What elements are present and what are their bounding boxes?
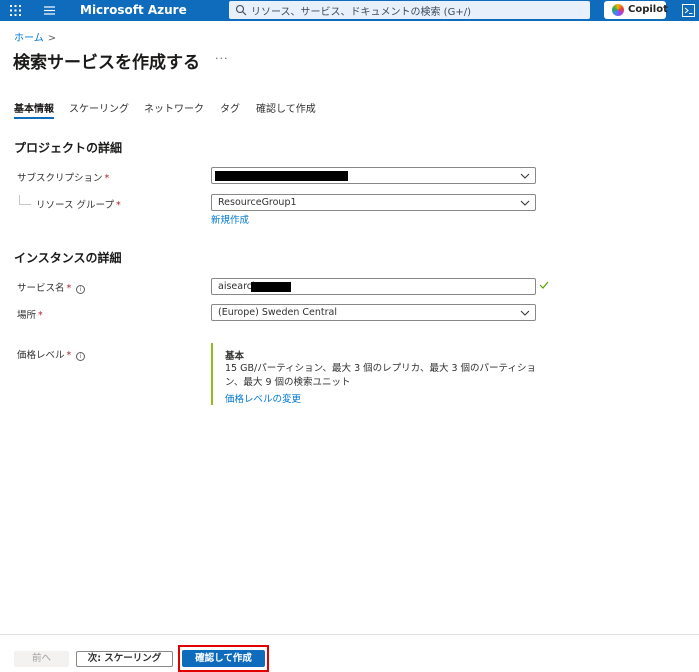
- required-mark: *: [66, 350, 72, 361]
- cloud-shell-icon[interactable]: [682, 4, 695, 17]
- resource-group-label: リソース グループ *: [36, 197, 121, 211]
- tab-networking[interactable]: ネットワーク: [144, 100, 204, 115]
- service-name-label: サービス名 * i: [17, 280, 86, 294]
- instance-details-heading: インスタンスの詳細: [14, 251, 122, 265]
- top-bar: Microsoft Azure リソース、サービス、ドキュメントの検索 (G+/…: [0, 0, 699, 21]
- pricing-tier-description: 15 GB/パーティション、最大 3 個のレプリカ、最大 3 個のパーティション…: [225, 363, 536, 388]
- tab-review-create[interactable]: 確認して作成: [256, 100, 316, 115]
- breadcrumb-chevron-icon: >: [47, 33, 57, 44]
- required-mark: *: [104, 173, 110, 184]
- resource-group-label-text: リソース グループ: [36, 200, 114, 211]
- next-scaling-button[interactable]: 次: スケーリング: [76, 651, 173, 667]
- more-options-icon[interactable]: ···: [215, 52, 229, 65]
- tree-connector: [19, 195, 31, 205]
- tab-basics[interactable]: 基本情報: [14, 100, 54, 119]
- redacted-service-name: [251, 282, 291, 292]
- copilot-label: Copilot: [628, 4, 668, 15]
- project-details-heading: プロジェクトの詳細: [14, 141, 123, 155]
- app-launcher-icon[interactable]: [9, 4, 22, 17]
- chevron-down-icon: [520, 310, 530, 316]
- change-pricing-tier-link[interactable]: 価格レベルの変更: [225, 391, 301, 405]
- search-icon: [235, 4, 247, 16]
- required-mark: *: [115, 200, 121, 211]
- portal-brand[interactable]: Microsoft Azure: [80, 3, 187, 17]
- subscription-label-text: サブスクリプション: [17, 173, 103, 184]
- info-icon[interactable]: i: [76, 285, 86, 294]
- pricing-tier-label: 価格レベル * i: [17, 347, 86, 361]
- review-create-button[interactable]: 確認して作成: [182, 650, 265, 667]
- location-label: 場所 *: [17, 307, 43, 321]
- subscription-dropdown[interactable]: [211, 167, 536, 184]
- location-label-text: 場所: [17, 310, 37, 321]
- info-icon[interactable]: i: [76, 352, 86, 361]
- tab-scaling[interactable]: スケーリング: [69, 100, 129, 115]
- resource-group-value: ResourceGroup1: [218, 197, 297, 208]
- location-value: (Europe) Sweden Central: [218, 307, 337, 318]
- pricing-tier-accent-bar: [211, 343, 213, 405]
- tab-tags[interactable]: タグ: [220, 100, 240, 115]
- chevron-down-icon: [520, 200, 530, 206]
- breadcrumb: ホーム >: [14, 29, 56, 44]
- search-placeholder: リソース、サービス、ドキュメントの検索 (G+/): [251, 7, 471, 18]
- hamburger-menu-icon[interactable]: [43, 4, 56, 17]
- copilot-button[interactable]: Copilot: [604, 1, 668, 19]
- create-new-resource-group-link[interactable]: 新規作成: [211, 212, 249, 226]
- subscription-label: サブスクリプション *: [17, 170, 109, 184]
- footer-divider: [0, 634, 699, 635]
- breadcrumb-home[interactable]: ホーム: [14, 33, 44, 44]
- copilot-logo-icon: [612, 4, 624, 16]
- previous-button[interactable]: 前へ: [14, 651, 69, 667]
- page-title: 検索サービスを作成する: [13, 53, 200, 73]
- global-search-box[interactable]: リソース、サービス、ドキュメントの検索 (G+/): [229, 1, 590, 19]
- chevron-down-icon: [520, 173, 530, 179]
- service-name-label-text: サービス名: [17, 283, 65, 294]
- pricing-tier-label-text: 価格レベル: [17, 350, 65, 361]
- service-name-input[interactable]: aisearch: [211, 278, 536, 295]
- location-dropdown[interactable]: (Europe) Sweden Central: [211, 304, 536, 321]
- resource-group-dropdown[interactable]: ResourceGroup1: [211, 194, 536, 211]
- checkmark-icon: [539, 281, 549, 289]
- redacted-subscription: [215, 171, 348, 181]
- required-mark: *: [38, 310, 43, 321]
- required-mark: *: [66, 283, 72, 294]
- pricing-tier-name: 基本: [225, 351, 245, 362]
